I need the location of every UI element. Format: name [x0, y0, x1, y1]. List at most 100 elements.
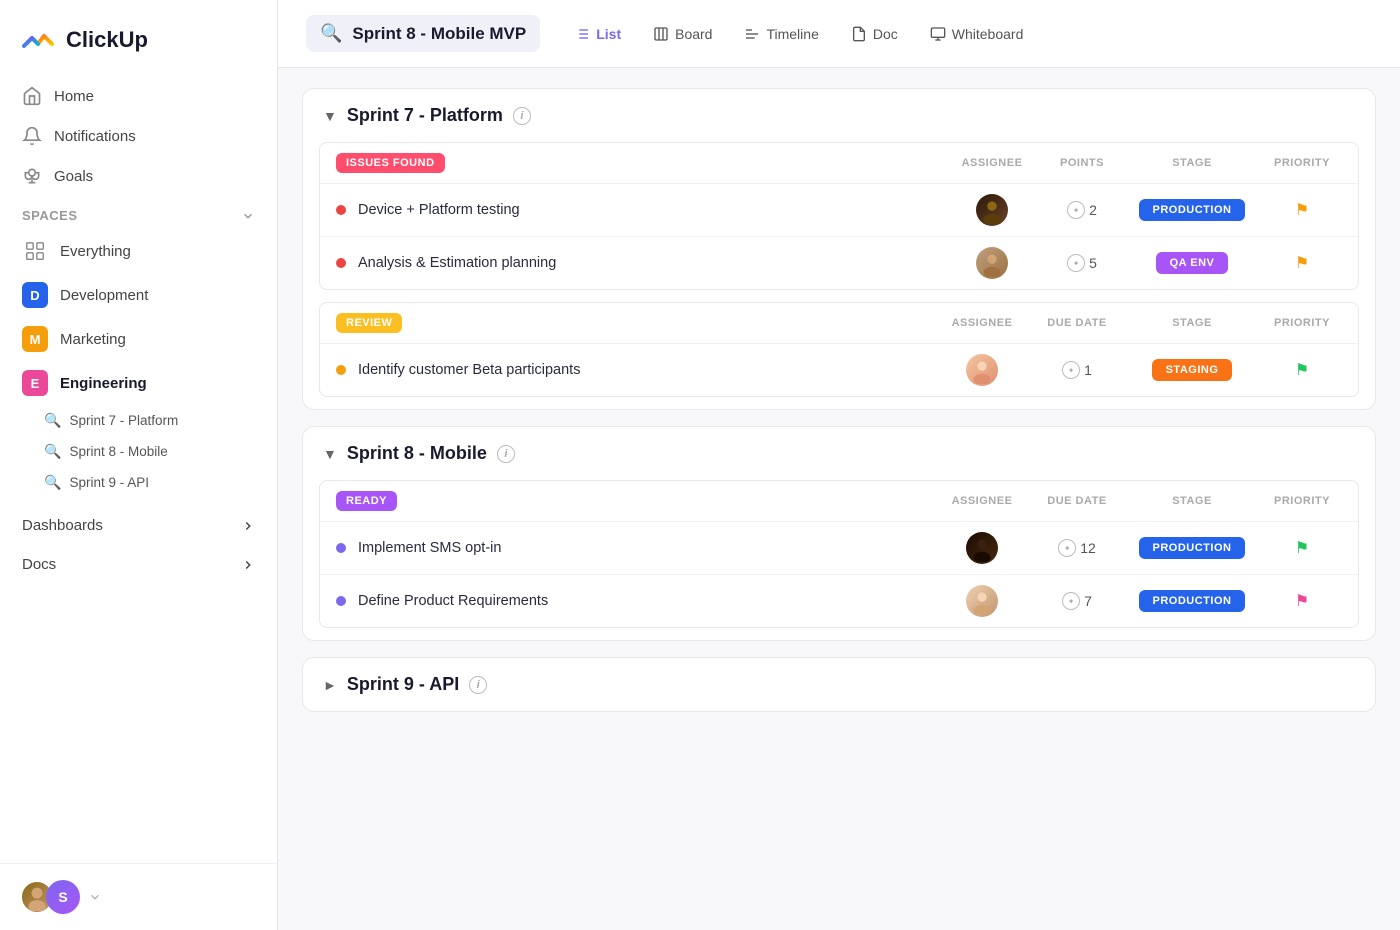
stage-cell: PRODUCTION [1122, 537, 1262, 559]
dashboards-label: Dashboards [22, 517, 103, 534]
task-name: Device + Platform testing [358, 202, 942, 218]
col-priority-header: PRIORITY [1262, 495, 1342, 507]
sidebar-item-engineering[interactable]: E Engineering [10, 361, 267, 405]
sidebar-bottom-nav: Dashboards Docs [0, 506, 277, 584]
sprint8-info-icon: i [497, 445, 515, 463]
view-tabs: List Board Timeline Doc Whiteboard [560, 18, 1037, 50]
task-name: Identify customer Beta participants [358, 362, 932, 378]
logo[interactable]: ClickUp [0, 0, 277, 76]
sidebar-item-goals-label: Goals [54, 168, 93, 185]
sprint7-card: ▼ Sprint 7 - Platform i ISSUES FOUND ASS… [302, 88, 1376, 410]
points-value: 12 [1080, 540, 1096, 556]
sidebar-item-sprint8[interactable]: 🔍 Sprint 8 - Mobile [30, 436, 267, 467]
sprint8-ready-header: READY ASSIGNEE DUE DATE STAGE PRIORITY [320, 481, 1358, 521]
assignee-cell [942, 194, 1042, 226]
sidebar-nav: Home Notifications Goals [0, 76, 277, 196]
spaces-header[interactable]: Spaces [0, 196, 277, 229]
assignee-cell [932, 354, 1032, 386]
topbar: 🔍 Sprint 8 - Mobile MVP List Board Timel… [278, 0, 1400, 68]
duedate-cell: ✦ 12 [1032, 539, 1122, 557]
content-area: ▼ Sprint 7 - Platform i ISSUES FOUND ASS… [278, 68, 1400, 930]
sidebar-item-goals[interactable]: Goals [10, 156, 267, 196]
whiteboard-icon [930, 26, 946, 42]
task-row[interactable]: Implement SMS opt-in ✦ 12 PRODUCTION [320, 521, 1358, 574]
stage-tag: QA ENV [1156, 252, 1229, 274]
sprint7-chevron-icon: ▼ [323, 108, 337, 124]
sidebar-item-sprint8-label: Sprint 8 - Mobile [69, 444, 167, 459]
sidebar-footer[interactable]: S [0, 863, 277, 930]
sprint9-icon: 🔍 [44, 474, 61, 491]
sprint8-header[interactable]: ▼ Sprint 8 - Mobile i [303, 427, 1375, 480]
priority-cell: ⚑ [1262, 253, 1342, 273]
footer-chevron-icon [88, 890, 102, 904]
col-duedate-header: DUE DATE [1032, 495, 1122, 507]
tab-whiteboard[interactable]: Whiteboard [916, 18, 1038, 50]
sidebar-item-notifications-label: Notifications [54, 128, 136, 145]
sprint9-header[interactable]: ► Sprint 9 - API i [303, 658, 1375, 711]
sprint-selector[interactable]: 🔍 Sprint 8 - Mobile MVP [306, 15, 540, 52]
priority-cell: ⚑ [1262, 538, 1342, 558]
sidebar-item-sprint9[interactable]: 🔍 Sprint 9 - API [30, 467, 267, 498]
tab-timeline[interactable]: Timeline [730, 18, 832, 50]
sprint9-title: Sprint 9 - API [347, 674, 459, 695]
home-icon [22, 86, 42, 106]
points-icon: ✦ [1067, 201, 1085, 219]
sprint9-card: ► Sprint 9 - API i [302, 657, 1376, 712]
stage-tag: PRODUCTION [1139, 199, 1246, 221]
priority-flag: ⚑ [1295, 538, 1309, 558]
task-row[interactable]: Define Product Requirements ✦ 7 PRODUCTI… [320, 574, 1358, 627]
sprint-selector-text: Sprint 8 - Mobile MVP [352, 24, 526, 44]
priority-flag: ⚑ [1295, 360, 1309, 380]
duedate-cell: ✦ 7 [1032, 592, 1122, 610]
tab-doc-label: Doc [873, 26, 898, 42]
tab-list[interactable]: List [560, 18, 635, 50]
sidebar-item-docs[interactable]: Docs [10, 545, 267, 584]
sidebar-item-development[interactable]: D Development [10, 273, 267, 317]
stage-tag: PRODUCTION [1139, 590, 1246, 612]
sidebar-item-home-label: Home [54, 88, 94, 105]
sidebar-item-dashboards[interactable]: Dashboards [10, 506, 267, 545]
tab-board[interactable]: Board [639, 18, 726, 50]
stage-tag: PRODUCTION [1139, 537, 1246, 559]
points-value: 7 [1084, 593, 1092, 609]
sprint7-icon: 🔍 [44, 412, 61, 429]
col-priority-header: PRIORITY [1262, 317, 1342, 329]
col-points-header: POINTS [1042, 157, 1122, 169]
avatar [976, 247, 1008, 279]
sidebar-item-sprint7[interactable]: 🔍 Sprint 7 - Platform [30, 405, 267, 436]
sidebar-item-everything[interactable]: Everything [10, 229, 267, 273]
sprint-sub-items: 🔍 Sprint 7 - Platform 🔍 Sprint 8 - Mobil… [0, 405, 277, 498]
task-row[interactable]: Analysis & Estimation planning ✦ 5 QA EN… [320, 236, 1358, 289]
sidebar-item-marketing[interactable]: M Marketing [10, 317, 267, 361]
assignee-cell [932, 585, 1032, 617]
assignee-cell [942, 247, 1042, 279]
tab-list-label: List [596, 26, 621, 42]
sprint7-header[interactable]: ▼ Sprint 7 - Platform i [303, 89, 1375, 142]
sprint7-issues-header: ISSUES FOUND ASSIGNEE POINTS STAGE PRIOR… [320, 143, 1358, 183]
tab-doc[interactable]: Doc [837, 18, 912, 50]
task-row[interactable]: Device + Platform testing ✦ 2 PRODUCTION [320, 183, 1358, 236]
task-name: Implement SMS opt-in [358, 540, 932, 556]
avatar [966, 532, 998, 564]
bell-icon [22, 126, 42, 146]
sidebar-item-notifications[interactable]: Notifications [10, 116, 267, 156]
stage-cell: QA ENV [1122, 252, 1262, 274]
issues-found-badge: ISSUES FOUND [336, 153, 445, 173]
avatar-initials: S [46, 880, 80, 914]
spaces-chevron-icon [241, 209, 255, 223]
timeline-icon [744, 26, 760, 42]
points-value: 2 [1089, 202, 1097, 218]
points-cell: ✦ 2 [1042, 201, 1122, 219]
sprint8-chevron-icon: ▼ [323, 446, 337, 462]
sidebar-item-home[interactable]: Home [10, 76, 267, 116]
col-stage-header: STAGE [1122, 317, 1262, 329]
priority-cell: ⚑ [1262, 200, 1342, 220]
sidebar-item-sprint9-label: Sprint 9 - API [69, 475, 149, 490]
sprint7-info-icon: i [513, 107, 531, 125]
spaces-label: Spaces [22, 208, 78, 223]
task-row[interactable]: Identify customer Beta participants ✦ 1 … [320, 343, 1358, 396]
col-duedate-header: DUE DATE [1032, 317, 1122, 329]
sprint7-issues-group: ISSUES FOUND ASSIGNEE POINTS STAGE PRIOR… [319, 142, 1359, 290]
sidebar-item-development-label: Development [60, 287, 148, 304]
col-assignee-header: ASSIGNEE [942, 157, 1042, 169]
